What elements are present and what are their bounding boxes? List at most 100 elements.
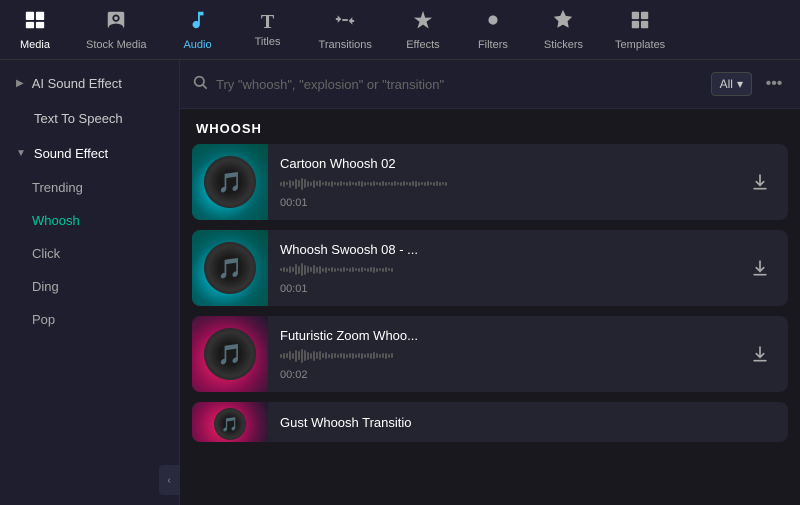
effects-label: Effects: [406, 39, 439, 51]
collapse-icon: ‹: [167, 475, 170, 486]
ding-label: Ding: [32, 279, 59, 294]
search-filter-dropdown[interactable]: All ▾: [711, 72, 752, 96]
disc-1: 🎵: [204, 242, 256, 294]
sidebar-item-sound-effect[interactable]: ▼ Sound Effect: [0, 136, 179, 171]
collapse-sidebar-button[interactable]: ‹: [159, 465, 179, 495]
top-navigation: Media Stock Media Audio T Titles Transit…: [0, 0, 800, 60]
disc-0: 🎵: [204, 156, 256, 208]
music-note-icon-0: 🎵: [218, 170, 243, 195]
sidebar-text-speech-label: Text To Speech: [16, 111, 123, 126]
thumb-bg-pink-2: 🎵: [192, 316, 268, 392]
nav-item-titles[interactable]: T Titles: [233, 0, 303, 59]
sound-title-0: Cartoon Whoosh 02: [280, 156, 720, 171]
sound-thumb-0: 🎵: [192, 144, 268, 220]
stickers-label: Stickers: [544, 39, 583, 51]
sound-title-3: Gust Whoosh Transitio: [280, 415, 776, 430]
disc-3: 🎵: [214, 408, 246, 440]
filters-icon: [482, 9, 504, 35]
sound-info-1: Whoosh Swoosh 08 - ...: [268, 232, 732, 305]
sound-action-1: [732, 254, 788, 282]
sound-duration-2: 00:02: [280, 369, 720, 381]
sidebar-ai-sound-label: AI Sound Effect: [32, 76, 122, 91]
sidebar-sub-item-ding[interactable]: Ding: [0, 270, 179, 303]
sidebar-item-ai-sound-effect[interactable]: ▶ AI Sound Effect: [0, 66, 179, 101]
templates-icon: [629, 9, 651, 35]
thumb-bg-teal-0: 🎵: [192, 144, 268, 220]
trending-label: Trending: [32, 180, 83, 195]
disc-2: 🎵: [204, 328, 256, 380]
sound-item-cartoon-whoosh[interactable]: 🎵 Cartoon Whoosh 02: [192, 144, 788, 220]
section-title: WHOOSH: [180, 109, 800, 144]
sound-title-1: Whoosh Swoosh 08 - ...: [280, 242, 720, 257]
main-area: ▶ AI Sound Effect Text To Speech ▼ Sound…: [0, 60, 800, 505]
nav-item-media[interactable]: Media: [0, 0, 70, 59]
filters-label: Filters: [478, 39, 508, 51]
chevron-right-icon: ▶: [16, 78, 24, 89]
audio-icon: [187, 9, 209, 35]
sound-list: 🎵 Cartoon Whoosh 02: [180, 144, 800, 505]
music-note-icon-1: 🎵: [218, 256, 243, 281]
nav-item-filters[interactable]: Filters: [458, 0, 528, 59]
sound-action-0: [732, 168, 788, 196]
sidebar-sub-item-pop[interactable]: Pop: [0, 303, 179, 336]
thumb-bg-pink-3: 🎵: [192, 402, 268, 442]
sidebar-sub-item-whoosh[interactable]: Whoosh: [0, 204, 179, 237]
music-note-icon-3: 🎵: [221, 416, 238, 433]
nav-item-stickers[interactable]: Stickers: [528, 0, 599, 59]
sidebar-sub-item-trending[interactable]: Trending: [0, 171, 179, 204]
download-button-2[interactable]: [746, 340, 774, 368]
filter-label: All: [720, 77, 733, 91]
sound-item-futuristic-zoom[interactable]: 🎵 Futuristic Zoom Whoo...: [192, 316, 788, 392]
thumb-bg-teal-1: 🎵: [192, 230, 268, 306]
sound-duration-0: 00:01: [280, 197, 720, 209]
effects-icon: [412, 9, 434, 35]
titles-icon: T: [261, 12, 274, 32]
music-note-icon-2: 🎵: [218, 342, 243, 367]
audio-label: Audio: [183, 39, 211, 51]
sound-info-3: Gust Whoosh Transitio: [268, 405, 788, 440]
sound-item-whoosh-swoosh[interactable]: 🎵 Whoosh Swoosh 08 - ...: [192, 230, 788, 306]
whoosh-label: Whoosh: [32, 213, 80, 228]
templates-label: Templates: [615, 39, 665, 51]
titles-label: Titles: [255, 36, 281, 48]
waveform-2: [280, 347, 720, 365]
search-input[interactable]: [216, 77, 703, 92]
sound-thumb-3: 🎵: [192, 402, 268, 442]
sound-title-2: Futuristic Zoom Whoo...: [280, 328, 720, 343]
sound-thumb-2: 🎵: [192, 316, 268, 392]
stock-media-icon: [105, 9, 127, 35]
content-area: All ▾ ••• WHOOSH 🎵 Car: [180, 60, 800, 505]
sound-action-2: [732, 340, 788, 368]
sidebar: ▶ AI Sound Effect Text To Speech ▼ Sound…: [0, 60, 180, 505]
click-label: Click: [32, 246, 60, 261]
sound-thumb-1: 🎵: [192, 230, 268, 306]
sidebar-sub-item-click[interactable]: Click: [0, 237, 179, 270]
nav-item-templates[interactable]: Templates: [599, 0, 681, 59]
nav-item-stock-media[interactable]: Stock Media: [70, 0, 163, 59]
waveform-1: [280, 261, 720, 279]
filter-chevron-icon: ▾: [737, 77, 743, 91]
search-bar: All ▾ •••: [180, 60, 800, 109]
waveform-0: [280, 175, 720, 193]
media-icon: [24, 9, 46, 35]
search-icon: [192, 74, 208, 94]
search-more-button[interactable]: •••: [760, 70, 788, 98]
pop-label: Pop: [32, 312, 55, 327]
stock-media-label: Stock Media: [86, 39, 147, 51]
more-icon: •••: [766, 75, 783, 93]
transitions-icon: [334, 9, 356, 35]
sound-duration-1: 00:01: [280, 283, 720, 295]
sound-info-2: Futuristic Zoom Whoo...: [268, 318, 732, 391]
download-button-1[interactable]: [746, 254, 774, 282]
nav-item-transitions[interactable]: Transitions: [303, 0, 388, 59]
sidebar-item-text-to-speech[interactable]: Text To Speech: [0, 101, 179, 136]
sound-info-0: Cartoon Whoosh 02: [268, 146, 732, 219]
sidebar-sound-effect-label: Sound Effect: [34, 146, 108, 161]
transitions-label: Transitions: [319, 39, 372, 51]
chevron-down-icon: ▼: [16, 148, 26, 159]
nav-item-effects[interactable]: Effects: [388, 0, 458, 59]
nav-item-audio[interactable]: Audio: [163, 0, 233, 59]
sound-item-gust-whoosh[interactable]: 🎵 Gust Whoosh Transitio: [192, 402, 788, 442]
stickers-icon: [552, 9, 574, 35]
download-button-0[interactable]: [746, 168, 774, 196]
